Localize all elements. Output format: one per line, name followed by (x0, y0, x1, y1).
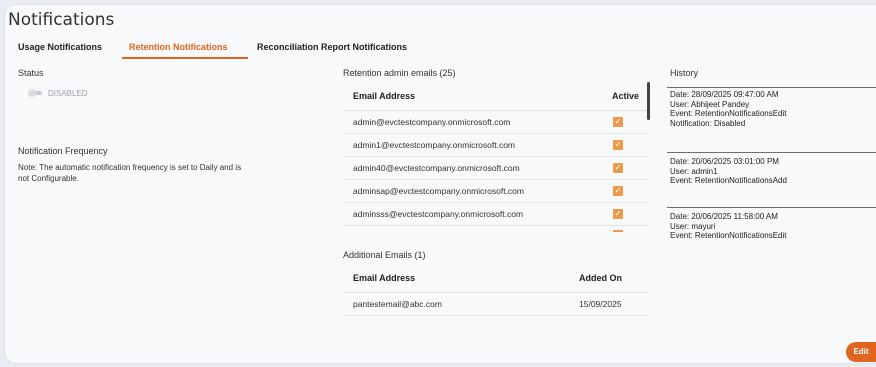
history-user: User: admin1 (670, 166, 718, 176)
history-date: Date: 20/06/2025 03:01:00 PM (670, 157, 779, 166)
table-row: adminsap@evctestcompany.onmicrosoft.com … (343, 180, 649, 203)
email-cell: pantestemail@abc.com (353, 299, 442, 309)
table-row: adminsss@evctestcompany.onmicrosoft.com … (343, 203, 649, 226)
email-cell: admin@evctestcompany.onmicrosoft.com (353, 117, 511, 127)
history-event: Event: RetentionNotificationsEdit (670, 109, 787, 118)
history-divider (667, 87, 876, 88)
active-tab-indicator (122, 57, 248, 59)
history-extra: Notification: Disabled (670, 118, 746, 128)
history-divider (667, 207, 876, 208)
table-row: admin1@evctestcompany.onmicrosoft.com ✓ (343, 134, 649, 157)
table-header: Email Address Active (343, 82, 649, 111)
history-entry: Date: 20/06/2025 11:58:00 AM User: mayur… (670, 212, 787, 241)
email-cell: admin1@evctestcompany.onmicrosoft.com (353, 140, 516, 150)
tab-reconciliation-report-notifications[interactable]: Reconciliation Report Notifications (257, 42, 407, 52)
status-label: Status (18, 68, 44, 78)
status-toggle[interactable] (28, 89, 42, 97)
tab-retention-notifications[interactable]: Retention Notifications (129, 42, 228, 52)
retention-admin-emails-heading: Retention admin emails (25) (343, 68, 456, 78)
table-row-partial (343, 226, 649, 232)
table-row: pantestemail@abc.com 15/09/2025 (343, 293, 649, 316)
additional-emails-heading: Additional Emails (1) (343, 250, 426, 260)
history-date: Date: 20/06/2025 11:58:00 AM (670, 212, 778, 221)
email-address-column-header: Email Address (353, 91, 416, 101)
edit-button[interactable]: Edit (846, 342, 876, 362)
active-checkbox[interactable]: ✓ (613, 163, 623, 173)
status-toggle-state: DISABLED (48, 89, 88, 98)
table-row: admin@evctestcompany.onmicrosoft.com ✓ (343, 111, 649, 134)
history-user: User: mayuri (670, 221, 716, 231)
active-checkbox[interactable]: ✓ (613, 140, 623, 150)
active-column-header: Active (612, 91, 640, 101)
frequency-note-line1: Note: The automatic notification frequen… (18, 163, 242, 172)
notification-frequency-heading: Notification Frequency (18, 146, 108, 156)
history-heading: History (670, 68, 699, 78)
active-checkbox[interactable]: ✓ (613, 117, 623, 127)
table-row: admin40@evctestcompany.onmicrosoft.com ✓ (343, 157, 649, 180)
history-user: User: Abhijeet Pandey (670, 99, 750, 109)
history-divider (667, 152, 876, 153)
frequency-note-line2: not Configurable. (18, 174, 79, 183)
added-on-column-header: Added On (579, 273, 622, 283)
added-on-cell: 15/09/2025 (579, 299, 622, 309)
history-entry: Date: 20/06/2025 03:01:00 PM User: admin… (670, 157, 787, 186)
history-event: Event: RetentionNotificationsEdit (670, 231, 787, 240)
history-event: Event: RetentionNotificationsAdd (670, 176, 787, 185)
email-address-column-header: Email Address (353, 273, 416, 283)
history-date: Date: 28/09/2025 09:47:00 AM (670, 90, 779, 99)
tab-usage-notifications[interactable]: Usage Notifications (18, 42, 102, 52)
email-cell: admin40@evctestcompany.onmicrosoft.com (353, 163, 520, 173)
email-cell: adminsss@evctestcompany.onmicrosoft.com (353, 209, 524, 219)
additional-emails-table: Email Address Added On pantestemail@abc.… (343, 264, 649, 316)
history-entry: Date: 28/09/2025 09:47:00 AM User: Abhij… (670, 90, 787, 128)
active-checkbox[interactable]: ✓ (613, 209, 623, 219)
table-header: Email Address Added On (343, 264, 649, 293)
active-checkbox[interactable] (613, 230, 623, 232)
retention-admin-emails-table: Email Address Active admin@evctestcompan… (343, 82, 649, 232)
email-cell: adminsap@evctestcompany.onmicrosoft.com (353, 186, 524, 196)
page-title: Notifications (8, 10, 115, 30)
active-checkbox[interactable]: ✓ (613, 186, 623, 196)
table-scrollbar[interactable] (647, 82, 650, 120)
